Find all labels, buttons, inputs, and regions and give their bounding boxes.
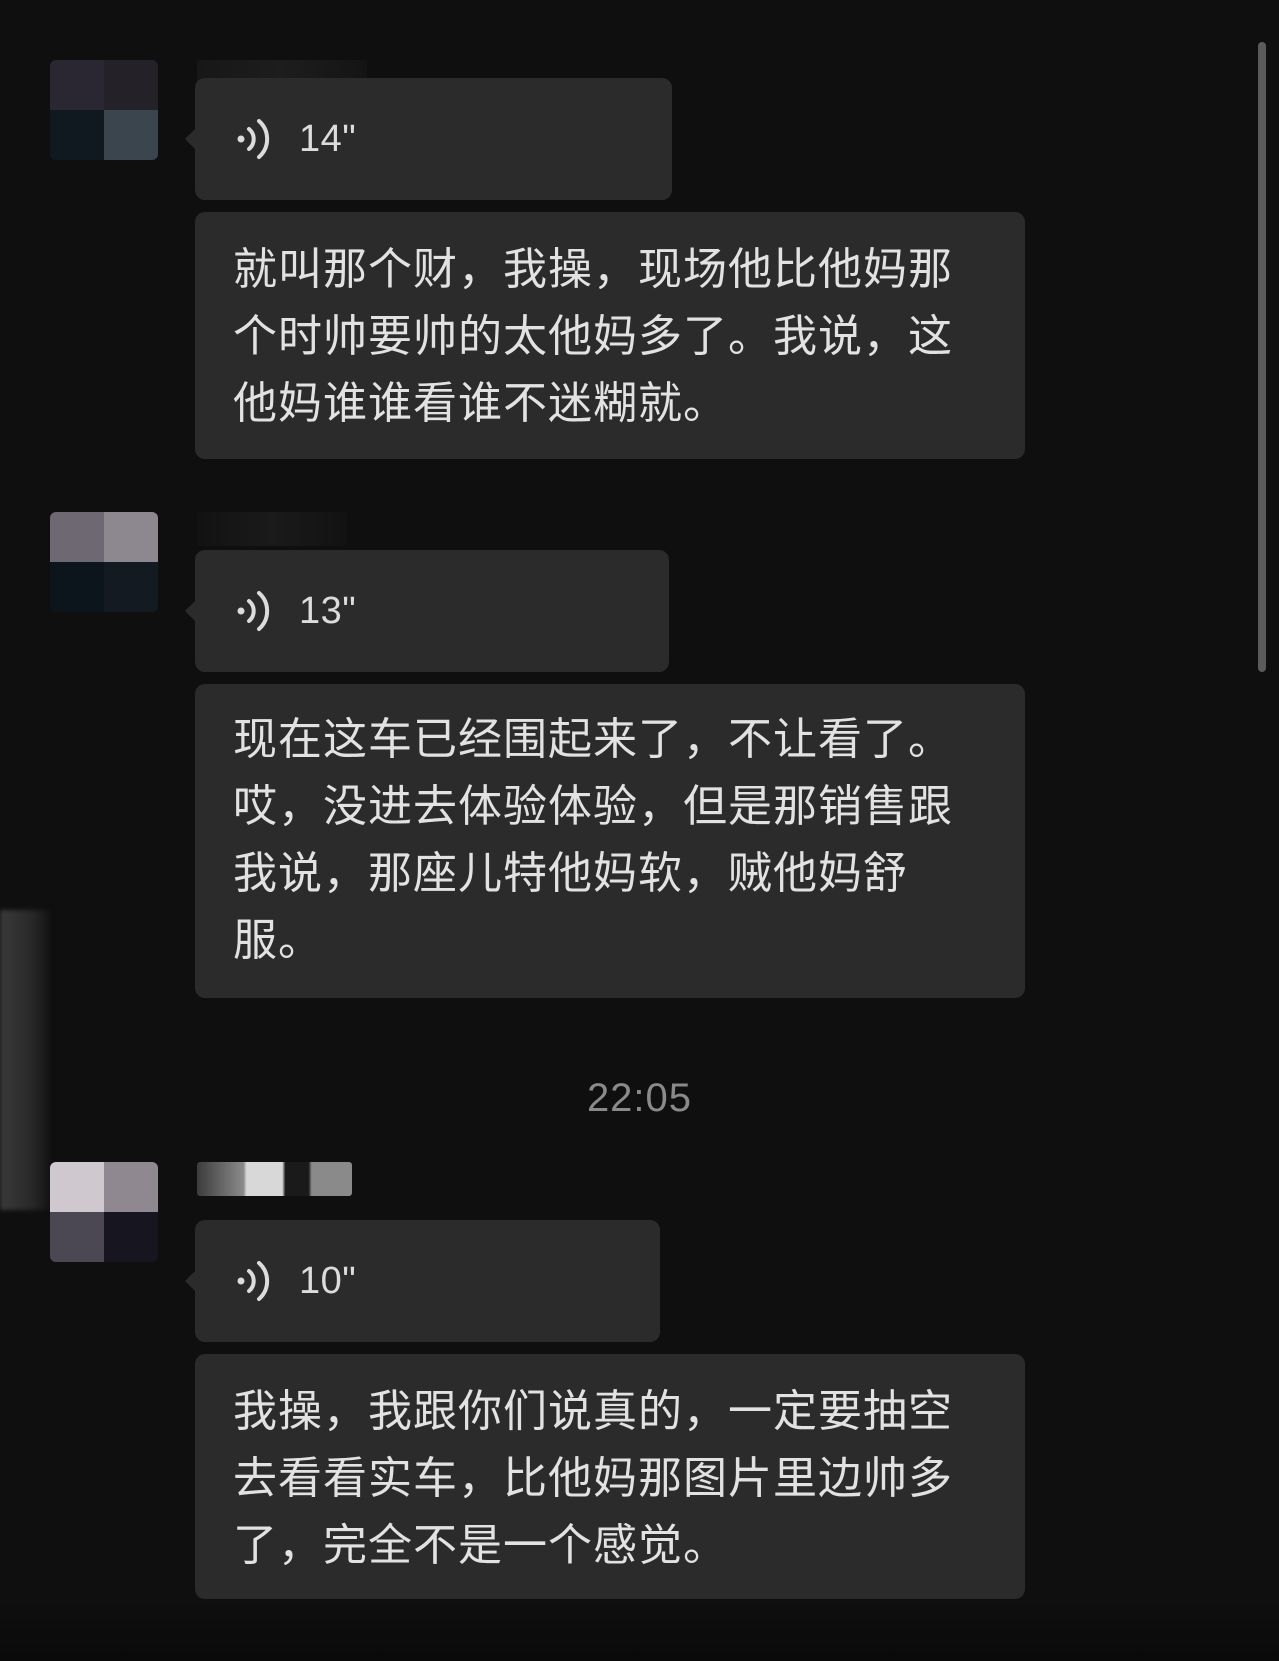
voice-message[interactable]: 10" (185, 1220, 660, 1342)
bottom-fade (0, 1601, 1279, 1661)
voice-wave-icon (237, 1261, 270, 1301)
text-message[interactable]: 我操，我跟你们说真的，一定要抽空去看看实车，比他妈那图片里边帅多了，完全不是一个… (195, 1354, 1025, 1599)
voice-duration: 10" (299, 1259, 357, 1302)
message-text: 就叫那个财，我操，现场他比他妈那个时帅要帅的太他妈多了。我说，这他妈谁谁看谁不迷… (233, 244, 953, 429)
avatar[interactable] (50, 1162, 158, 1262)
voice-wave-icon (237, 591, 270, 631)
left-edge-artifact (0, 910, 50, 1210)
chat-view: 14" 就叫那个财，我操，现场他比他妈那个时帅要帅的太他妈多了。我说，这他妈谁谁… (0, 0, 1279, 1661)
voice-duration: 14" (299, 117, 357, 160)
voice-message[interactable]: 13" (185, 550, 669, 672)
scrollbar[interactable] (1258, 42, 1266, 672)
message-text: 我操，我跟你们说真的，一定要抽空去看看实车，比他妈那图片里边帅多了，完全不是一个… (233, 1386, 953, 1571)
avatar[interactable] (50, 60, 158, 160)
timestamp-divider: 22:05 (586, 1076, 693, 1120)
voice-wave-icon (237, 119, 270, 159)
avatar[interactable] (50, 512, 158, 612)
voice-duration: 13" (299, 589, 357, 632)
sender-name-redacted (197, 512, 347, 546)
sender-name-redacted (197, 1162, 352, 1196)
text-message[interactable]: 现在这车已经围起来了，不让看了。哎，没进去体验体验，但是那销售跟我说，那座儿特他… (195, 684, 1025, 998)
message-text: 现在这车已经围起来了，不让看了。哎，没进去体验体验，但是那销售跟我说，那座儿特他… (233, 714, 953, 966)
voice-message[interactable]: 14" (185, 78, 672, 200)
text-message[interactable]: 就叫那个财，我操，现场他比他妈那个时帅要帅的太他妈多了。我说，这他妈谁谁看谁不迷… (195, 212, 1025, 459)
